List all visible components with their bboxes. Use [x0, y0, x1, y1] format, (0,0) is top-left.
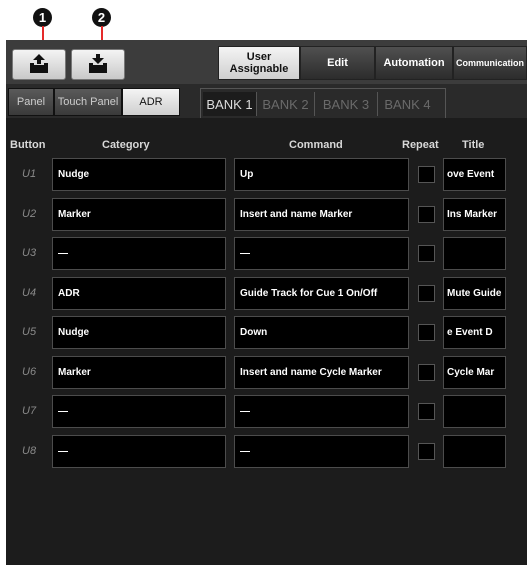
import-button[interactable] [71, 49, 125, 80]
repeat-checkbox[interactable] [418, 403, 435, 420]
bank-2-tab[interactable]: BANK 2 [256, 92, 314, 116]
tab-communication[interactable]: Communication [453, 46, 527, 80]
title-field[interactable] [443, 435, 506, 468]
subtab-adr[interactable]: ADR [122, 88, 180, 116]
subtab-touch-panel[interactable]: Touch Panel [54, 88, 122, 116]
command-field[interactable]: — [234, 237, 409, 270]
app-window: User Assignable Edit Automation Communic… [6, 40, 527, 565]
import-icon [89, 54, 107, 73]
row-button-label: U3 [22, 247, 37, 259]
row-button-label: U1 [22, 168, 37, 180]
command-field[interactable]: Up [234, 158, 409, 191]
command-field[interactable]: Insert and name Marker [234, 198, 409, 231]
command-field[interactable]: Guide Track for Cue 1 On/Off [234, 277, 409, 310]
row-button-label: U5 [22, 326, 37, 338]
title-field[interactable]: Cycle Mar [443, 356, 506, 389]
repeat-checkbox[interactable] [418, 206, 435, 223]
row-button-label: U6 [22, 366, 37, 378]
header-title: Title [462, 139, 485, 151]
row-button-label: U7 [22, 405, 37, 417]
repeat-checkbox[interactable] [418, 245, 435, 262]
command-field[interactable]: — [234, 395, 409, 428]
export-icon [30, 54, 48, 73]
subtab-panel[interactable]: Panel [8, 88, 54, 116]
command-field[interactable]: — [234, 435, 409, 468]
header-category: Category [102, 139, 150, 151]
title-field[interactable]: Mute Guide [443, 277, 506, 310]
command-field[interactable]: Down [234, 316, 409, 349]
repeat-checkbox[interactable] [418, 364, 435, 381]
bank-1-tab[interactable]: BANK 1 [203, 92, 256, 116]
title-field[interactable]: ove Event [443, 158, 506, 191]
callout-1: 1 [33, 8, 52, 27]
bank-3-tab[interactable]: BANK 3 [314, 92, 377, 116]
header-button: Button [10, 139, 46, 151]
sub-bar: Panel Touch Panel ADR BANK 1 BANK 2 BANK… [6, 84, 527, 118]
header-command: Command [289, 139, 343, 151]
category-field[interactable]: — [52, 237, 226, 270]
repeat-checkbox[interactable] [418, 324, 435, 341]
header-repeat: Repeat [402, 139, 439, 151]
category-field[interactable]: ADR [52, 277, 226, 310]
bank-4-tab[interactable]: BANK 4 [377, 92, 437, 116]
tab-edit[interactable]: Edit [300, 46, 375, 80]
command-field[interactable]: Insert and name Cycle Marker [234, 356, 409, 389]
category-field[interactable]: Nudge [52, 158, 226, 191]
category-field[interactable]: Marker [52, 356, 226, 389]
top-bar: User Assignable Edit Automation Communic… [6, 40, 527, 84]
category-field[interactable]: Marker [52, 198, 226, 231]
row-button-label: U4 [22, 287, 37, 299]
tab-user-assignable[interactable]: User Assignable [218, 46, 300, 80]
repeat-checkbox[interactable] [418, 166, 435, 183]
repeat-checkbox[interactable] [418, 443, 435, 460]
category-field[interactable]: Nudge [52, 316, 226, 349]
title-field[interactable] [443, 395, 506, 428]
bank-selector: BANK 1 BANK 2 BANK 3 BANK 4 [200, 88, 446, 118]
title-field[interactable] [443, 237, 506, 270]
repeat-checkbox[interactable] [418, 285, 435, 302]
row-button-label: U8 [22, 445, 37, 457]
export-button[interactable] [12, 49, 66, 80]
category-field[interactable]: — [52, 435, 226, 468]
category-field[interactable]: — [52, 395, 226, 428]
row-button-label: U2 [22, 208, 37, 220]
title-field[interactable]: e Event D [443, 316, 506, 349]
callout-2: 2 [92, 8, 111, 27]
tab-automation[interactable]: Automation [375, 46, 453, 80]
title-field[interactable]: Ins Marker [443, 198, 506, 231]
